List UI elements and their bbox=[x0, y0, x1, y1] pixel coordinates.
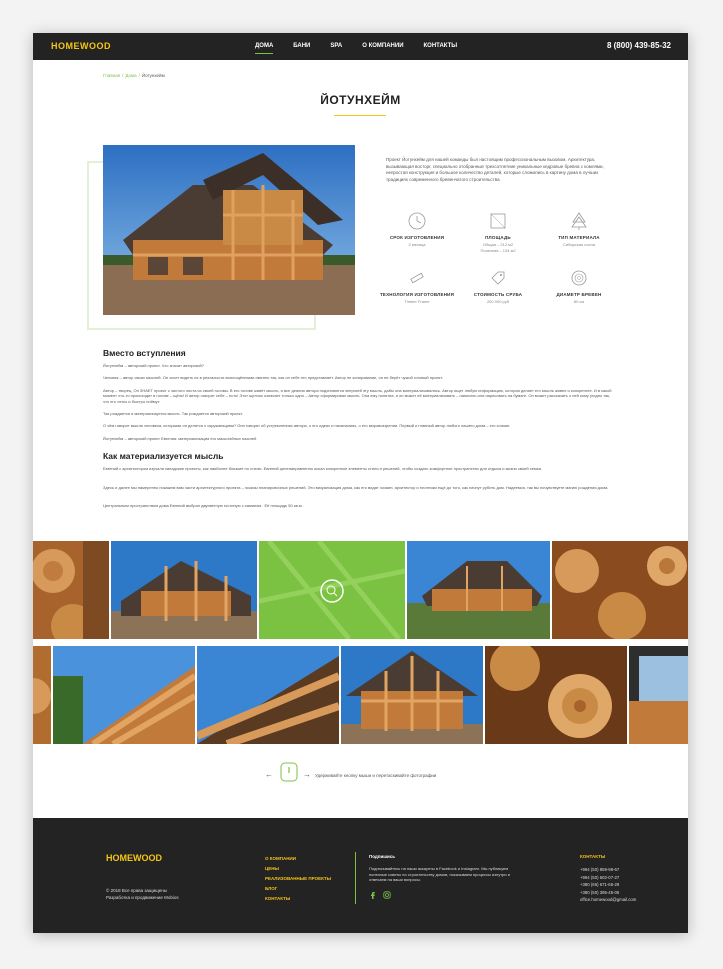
contact-phone[interactable]: +380 (50) 395-45-05 bbox=[580, 889, 636, 897]
paragraph: Здесь и далее мы намеренно покажем вам ч… bbox=[103, 485, 609, 490]
intro-text: Проект Йотунхейм для нашей команды был н… bbox=[386, 157, 604, 182]
gallery-photo[interactable] bbox=[111, 541, 257, 639]
developer-text[interactable]: Разработка и продвижение Mobios bbox=[106, 895, 179, 902]
gallery-photo[interactable] bbox=[485, 646, 627, 744]
spec-label: СРОК ИЗГОТОВЛЕНИЯ bbox=[389, 235, 445, 240]
paragraph: Человек – автор своих мыслей. Он хочет в… bbox=[103, 375, 443, 380]
contact-phone[interactable]: +994 (50) 859-98-67 bbox=[580, 866, 636, 874]
spec-diameter: ДИАМЕТР БРЕВЕН 80 см bbox=[534, 268, 624, 305]
gallery-hint-text: Удерживайте кнопку мыши и перетаскивайте… bbox=[315, 773, 437, 778]
gallery-photo[interactable] bbox=[33, 541, 109, 639]
spec-value: 80 см bbox=[573, 299, 585, 304]
gallery-hint: ← → Удерживайте кнопку мыши и перетаскив… bbox=[265, 762, 505, 785]
nav-item-baths[interactable]: БАНИ bbox=[293, 33, 310, 60]
nav-item-about[interactable]: О КОМПАНИИ bbox=[362, 33, 403, 60]
tree-icon bbox=[571, 212, 587, 230]
spec-value: Timber Frame bbox=[404, 299, 430, 304]
subscribe-text: Подписывайтесь на наши аккаунты в Facebo… bbox=[369, 866, 510, 882]
spec-area: ПЛОЩАДЬ Общая – 212 м2 Полезная – 134 м2 bbox=[453, 211, 543, 253]
gallery-photo[interactable] bbox=[629, 646, 688, 744]
section-heading-materialization: Как материализуется мысль bbox=[103, 451, 224, 461]
footer-link-blog[interactable]: БЛОГ bbox=[265, 884, 331, 894]
contacts-title: КОНТАКТЫ bbox=[580, 854, 606, 859]
nav-item-spa[interactable]: SPA bbox=[330, 33, 342, 60]
footer-link-prices[interactable]: ЦЕНЫ bbox=[265, 864, 331, 874]
title-underline bbox=[334, 115, 386, 116]
spec-value: Общая – 212 м2 Полезная – 134 м2 bbox=[480, 242, 516, 253]
facebook-icon[interactable] bbox=[369, 891, 377, 899]
main-nav: ДОМА БАНИ SPA О КОМПАНИИ КОНТАКТЫ bbox=[255, 33, 477, 60]
area-icon bbox=[490, 213, 506, 229]
footer-copyright: © 2018 Все права защищены Разработка и п… bbox=[106, 888, 179, 901]
spec-price: СТОИМОСТЬ СРУБА 200 000 руб bbox=[453, 268, 543, 305]
footer: HOMEWOOD © 2018 Все права защищены Разра… bbox=[33, 818, 688, 933]
footer-link-about[interactable]: О КОМПАНИИ bbox=[265, 854, 331, 864]
page-title: ЙОТУНХЕЙМ bbox=[320, 93, 401, 107]
arrow-left-icon[interactable]: ← bbox=[265, 770, 273, 779]
hero-photo[interactable] bbox=[103, 145, 355, 315]
gallery-photo[interactable] bbox=[197, 646, 339, 744]
paragraph: Евгений с архитектором изучали канадские… bbox=[103, 466, 543, 471]
contact-phone[interactable]: +994 (50) 602-07-27 bbox=[580, 874, 636, 882]
header: HOMEWOOD ДОМА БАНИ SPA О КОМПАНИИ КОНТАК… bbox=[33, 33, 688, 60]
spec-technology: ТЕХНОЛОГИЯ ИЗГОТОВЛЕНИЯ Timber Frame bbox=[372, 268, 462, 305]
nav-item-houses[interactable]: ДОМА bbox=[255, 33, 274, 60]
spec-value: Сибирская сосна bbox=[563, 242, 595, 247]
footer-divider bbox=[355, 852, 356, 904]
gallery-photo[interactable] bbox=[552, 541, 688, 639]
spec-material: ТИП МАТЕРИАЛА Сибирская сосна bbox=[534, 211, 624, 248]
gallery-photo[interactable] bbox=[33, 646, 51, 744]
footer-logo[interactable]: HOMEWOOD bbox=[106, 853, 162, 863]
paragraph: Автор – творец. Он ЗНАЕТ проект с чистог… bbox=[103, 388, 612, 404]
gallery-photo[interactable] bbox=[341, 646, 483, 744]
breadcrumb-home[interactable]: Главная bbox=[103, 73, 120, 78]
footer-link-projects[interactable]: РЕАЛИЗОВАННЫЕ ПРОЕКТЫ bbox=[265, 874, 331, 884]
spec-label: ТЕХНОЛОГИЯ ИЗГОТОВЛЕНИЯ bbox=[379, 292, 455, 297]
drag-hand-icon bbox=[280, 762, 298, 782]
paragraph: Йотунхейм – авторский проект. Что значит… bbox=[103, 363, 204, 368]
page: HOMEWOOD ДОМА БАНИ SPA О КОМПАНИИ КОНТАК… bbox=[33, 33, 688, 933]
breadcrumb: Главная / Дома / Йотунхейм bbox=[103, 73, 165, 78]
contact-phone[interactable]: +380 (66) 671-66-29 bbox=[580, 881, 636, 889]
spec-label: ТИП МАТЕРИАЛА bbox=[558, 235, 600, 240]
contact-email[interactable]: office.homewood@gmail.com bbox=[580, 896, 636, 904]
breadcrumb-current: Йотунхейм bbox=[141, 73, 165, 78]
footer-link-contacts[interactable]: КОНТАКТЫ bbox=[265, 894, 331, 904]
nav-item-contacts[interactable]: КОНТАКТЫ bbox=[424, 33, 458, 60]
subscribe-title: Подпишись bbox=[369, 854, 396, 859]
log-icon bbox=[571, 270, 587, 286]
spec-label: СТОИМОСТЬ СРУБА bbox=[473, 292, 523, 297]
gallery-photo-active[interactable] bbox=[259, 541, 405, 639]
logo[interactable]: HOMEWOOD bbox=[51, 41, 111, 51]
gallery-photo[interactable] bbox=[407, 541, 550, 639]
gallery-photo[interactable] bbox=[53, 646, 195, 744]
saw-icon bbox=[410, 272, 424, 284]
paragraph: О чём говорит мысли человека, которыми о… bbox=[103, 423, 511, 428]
paragraph: Центральным пространством дома Евгений в… bbox=[103, 503, 303, 508]
paragraph: Йотунхейм – авторский проект Евгения: ма… bbox=[103, 436, 257, 441]
paragraph: Так рождается и материализуется мысль. Т… bbox=[103, 411, 243, 416]
breadcrumb-houses[interactable]: Дома bbox=[125, 73, 136, 78]
spec-label: ПЛОЩАДЬ bbox=[485, 235, 511, 240]
spec-value: 2 месяца bbox=[408, 242, 426, 247]
footer-contacts: +994 (50) 859-98-67 +994 (50) 602-07-27 … bbox=[580, 866, 636, 904]
instagram-icon[interactable] bbox=[383, 891, 391, 899]
footer-links: О КОМПАНИИ ЦЕНЫ РЕАЛИЗОВАННЫЕ ПРОЕКТЫ БЛ… bbox=[265, 854, 331, 904]
spec-production-time: СРОК ИЗГОТОВЛЕНИЯ 2 месяца bbox=[372, 211, 462, 248]
section-heading-intro: Вместо вступления bbox=[103, 348, 186, 358]
spec-label: ДИАМЕТР БРЕВЕН bbox=[556, 292, 602, 297]
spec-value: 200 000 руб bbox=[486, 299, 510, 304]
clock-icon bbox=[408, 212, 426, 230]
header-phone[interactable]: 8 (800) 439-85-32 bbox=[607, 41, 671, 50]
price-tag-icon bbox=[491, 271, 505, 285]
arrow-right-icon[interactable]: → bbox=[303, 770, 311, 779]
